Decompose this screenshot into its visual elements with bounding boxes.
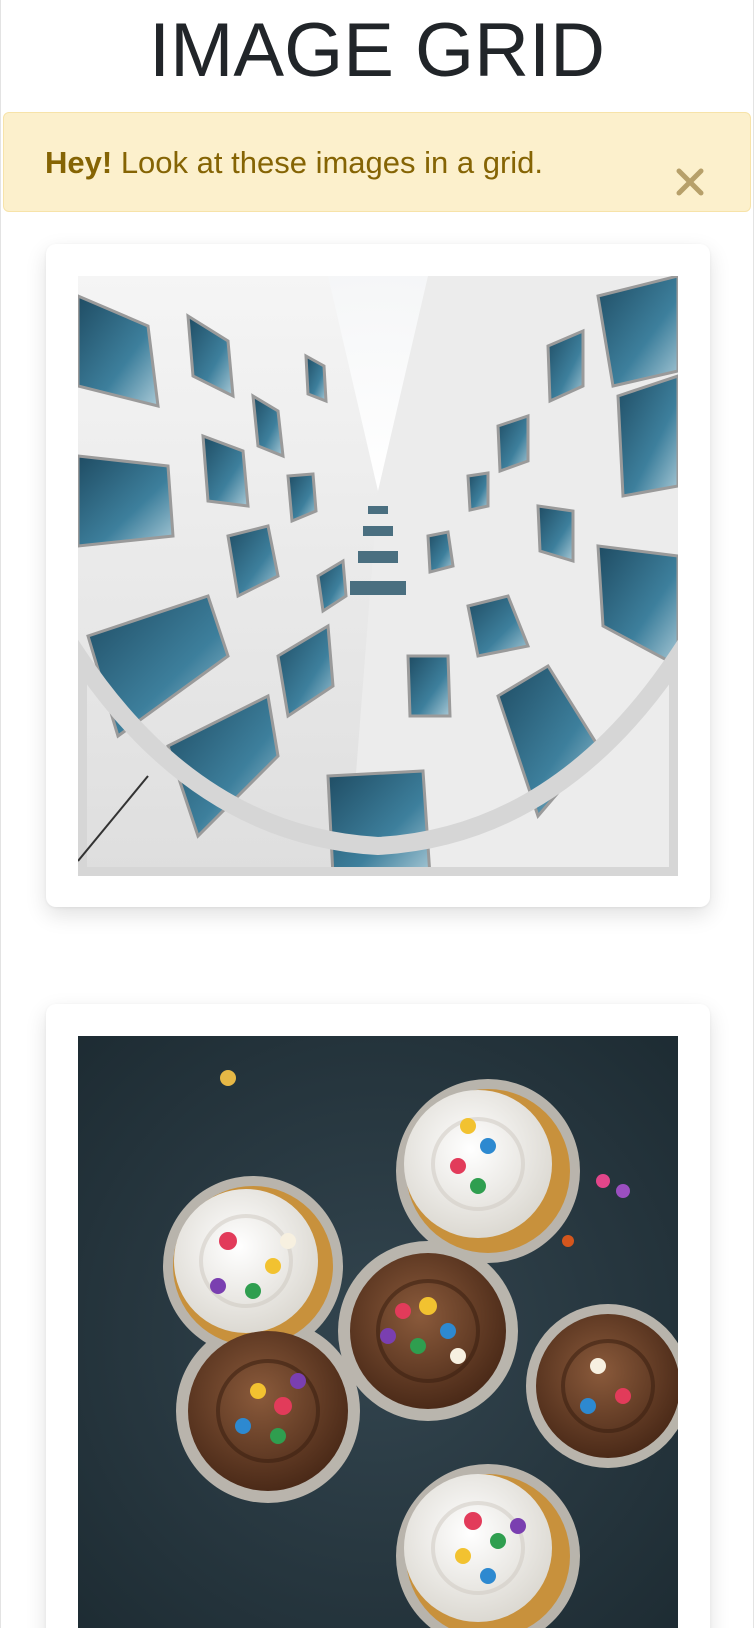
alert-message: Look at these images in a grid. [112,145,544,180]
image-card [46,244,710,907]
cupcakes-photo [78,1036,678,1628]
page-title: IMAGE GRID [148,8,606,93]
alert-strong-text: Hey! [45,145,113,180]
page-left-border [0,0,1,1628]
image-card [46,1004,710,1628]
close-icon[interactable] [670,142,710,196]
warning-alert: Hey! Look at these images in a grid. [3,112,751,212]
building-photo [78,276,678,876]
